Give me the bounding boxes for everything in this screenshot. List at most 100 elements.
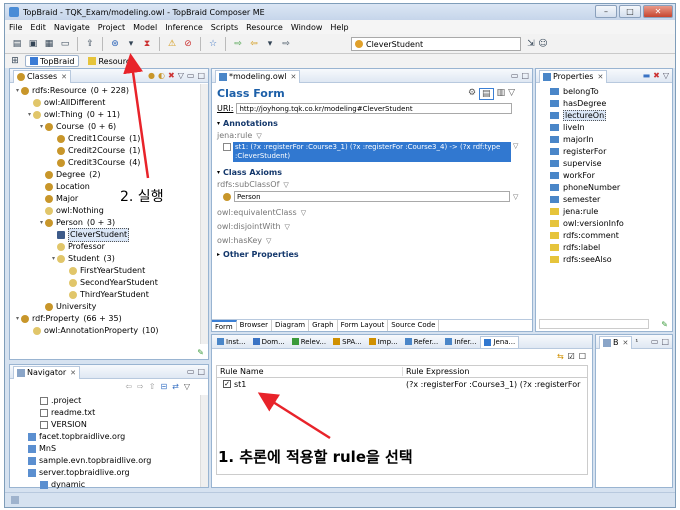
tree-item[interactable]: Credit1Course (1): [10, 133, 208, 145]
bottom-tab[interactable]: Infer...: [442, 336, 479, 348]
maximize-view-icon[interactable]: □: [197, 71, 205, 80]
tab-navigator[interactable]: Navigator ✕: [13, 365, 81, 379]
pin-icon[interactable]: ✎: [197, 348, 204, 357]
maximize-view-icon[interactable]: □: [197, 367, 205, 376]
annotations-header[interactable]: Annotations: [223, 119, 278, 128]
menu-navigate[interactable]: Navigate: [54, 23, 90, 32]
import-icon[interactable]: ⇪: [84, 38, 96, 50]
tree-item[interactable]: owl:AnnotationProperty (10): [10, 325, 208, 337]
link-editor-icon[interactable]: ⇄: [172, 382, 179, 391]
menu-resource[interactable]: Resource: [246, 23, 283, 32]
navigator-item[interactable]: dynamic: [10, 479, 208, 491]
close-icon[interactable]: ✕: [623, 339, 629, 347]
menu-project[interactable]: Project: [98, 23, 125, 32]
constraint-icon[interactable]: ⊘: [182, 38, 194, 50]
tree-item[interactable]: University: [10, 301, 208, 313]
navigator-item[interactable]: VERSION: [10, 419, 208, 431]
tree-item[interactable]: Location: [10, 181, 208, 193]
properties-filter-input[interactable]: [539, 319, 649, 329]
bottom-tab[interactable]: SPA...: [330, 336, 365, 348]
form-layout-icon[interactable]: ▥: [497, 88, 506, 100]
other-properties-header[interactable]: Other Properties: [223, 250, 299, 259]
close-icon[interactable]: ✕: [597, 73, 603, 81]
bottom-tab[interactable]: Dom...: [250, 336, 288, 348]
tab-graph[interactable]: Graph: [309, 320, 338, 331]
user-icon[interactable]: ☺: [537, 38, 549, 50]
bottom-tab[interactable]: Refer...: [402, 336, 442, 348]
resource-search-box[interactable]: CleverStudent: [351, 37, 521, 51]
navigator-item[interactable]: readme.txt: [10, 407, 208, 419]
expand-icon[interactable]: ▸: [217, 251, 220, 258]
property-item[interactable]: majorIn: [536, 133, 672, 145]
more-tabs-indicator[interactable]: ¹: [635, 338, 638, 346]
tree-item[interactable]: Credit2Course (1): [10, 145, 208, 157]
tree-item[interactable]: SecondYearStudent: [10, 277, 208, 289]
maximize-view-icon[interactable]: □: [521, 71, 529, 80]
classes-scrollbar[interactable]: [200, 84, 208, 344]
uri-field[interactable]: http://joyhong.tqk.co.kr/modeling#Clever…: [236, 103, 513, 114]
form-settings-icon[interactable]: ⚙: [468, 88, 476, 100]
tree-item[interactable]: ▾ Student (3): [10, 253, 208, 265]
property-item[interactable]: registerFor: [536, 145, 672, 157]
minimize-view-icon[interactable]: ▭: [187, 367, 195, 376]
tab-properties[interactable]: Properties ✕: [539, 69, 608, 83]
menu-model[interactable]: Model: [133, 23, 157, 32]
menu-help[interactable]: Help: [330, 23, 348, 32]
tree-item[interactable]: Major: [10, 193, 208, 205]
rule-enabled-checkbox[interactable]: ✓: [223, 380, 231, 388]
col-rule-name[interactable]: Rule Name: [217, 367, 403, 376]
bottom-tab[interactable]: Relev...: [289, 336, 329, 348]
bookmark-star-icon[interactable]: ☆: [207, 38, 219, 50]
property-item[interactable]: belongTo: [536, 85, 672, 97]
property-item[interactable]: workFor: [536, 169, 672, 181]
property-item[interactable]: liveIn: [536, 121, 672, 133]
delete-icon[interactable]: ✖: [168, 71, 175, 80]
bottom-tab[interactable]: Inst...: [214, 336, 249, 348]
minimize-view-icon[interactable]: ▭: [187, 71, 195, 80]
navigator-item[interactable]: MnS: [10, 443, 208, 455]
up-icon[interactable]: ⇧: [149, 382, 156, 391]
warning-icon[interactable]: ⚠: [166, 38, 178, 50]
open-perspective-icon[interactable]: ⊞: [9, 55, 21, 67]
back-icon[interactable]: ⇦: [125, 382, 132, 391]
dropdown-icon[interactable]: ▽: [285, 223, 290, 231]
close-icon[interactable]: ✕: [61, 73, 67, 81]
jena-rule-text[interactable]: st1: (?x :registerFor :Course3_1) (?x :r…: [233, 142, 511, 162]
run-inference-icon[interactable]: ⊛: [109, 38, 121, 50]
run-dropdown-icon[interactable]: ▾: [125, 38, 137, 50]
property-item[interactable]: rdfs:seeAlso: [536, 253, 672, 265]
expand-toggle-icon[interactable]: ▾: [14, 85, 21, 97]
close-icon[interactable]: ✕: [70, 369, 76, 377]
expand-toggle-icon[interactable]: ▾: [50, 253, 57, 265]
tab-modeling-owl[interactable]: *modeling.owl ✕: [215, 69, 301, 83]
menu-scripts[interactable]: Scripts: [211, 23, 238, 32]
table-row[interactable]: ✓ st1 (?x :registerFor :Course3_1) (?x :re…: [217, 378, 587, 390]
tree-item[interactable]: CleverStudent: [10, 228, 208, 242]
navigator-item[interactable]: facet.topbraidlive.org: [10, 431, 208, 443]
minimize-view-icon[interactable]: ▭: [511, 71, 519, 80]
bottom-tab[interactable]: Imp...: [366, 336, 401, 348]
dropdown-icon[interactable]: ▽: [513, 142, 518, 150]
navigator-item[interactable]: .project: [10, 395, 208, 407]
property-item[interactable]: rdfs:comment: [536, 229, 672, 241]
create-sibling-icon[interactable]: ◐: [158, 71, 165, 80]
perspective-topbraid[interactable]: TopBraid: [25, 55, 80, 67]
navigator-item[interactable]: server.topbraidlive.org: [10, 467, 208, 479]
tab-browser[interactable]: Browser: [237, 320, 273, 331]
create-subclass-icon[interactable]: ●: [148, 71, 155, 80]
nav-back-icon[interactable]: ⇦: [248, 38, 260, 50]
expand-toggle-icon[interactable]: ▾: [38, 217, 45, 229]
tree-item[interactable]: ▾ Course (0 + 6): [10, 121, 208, 133]
tree-item[interactable]: owl:AllDifferent: [10, 97, 208, 109]
tab-diagram[interactable]: Diagram: [272, 320, 310, 331]
property-item[interactable]: supervise: [536, 157, 672, 169]
view-menu-icon[interactable]: ▽: [663, 71, 669, 80]
nav-forward-icon[interactable]: ⇨: [232, 38, 244, 50]
pin-icon[interactable]: ✎: [661, 320, 668, 329]
class-axioms-header[interactable]: Class Axioms: [223, 168, 282, 177]
create-property-icon[interactable]: ▬: [643, 71, 651, 80]
tree-item[interactable]: Credit3Course (4): [10, 157, 208, 169]
property-item[interactable]: hasDegree: [536, 97, 672, 109]
navigator-item[interactable]: sample.evn.topbraidlive.org: [10, 455, 208, 467]
check-all-icon[interactable]: ☑: [568, 352, 575, 361]
